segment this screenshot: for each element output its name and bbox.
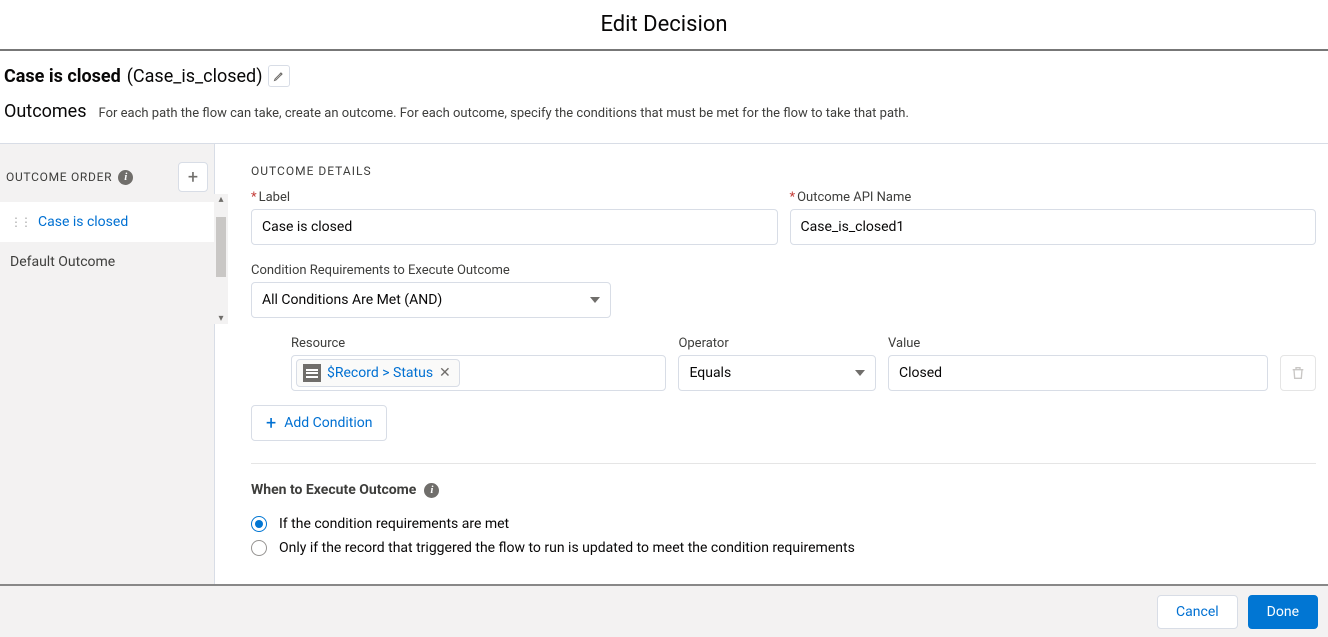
- outcomes-heading: Outcomes: [4, 101, 87, 122]
- outcome-order-sidebar: OUTCOME ORDER i + ⋮⋮ Case is closed Defa…: [0, 144, 215, 584]
- outcome-item-label: Default Outcome: [10, 254, 115, 270]
- drag-handle-icon[interactable]: ⋮⋮: [10, 215, 30, 229]
- outcome-item-default[interactable]: Default Outcome: [0, 242, 214, 282]
- outcome-item-label: Case is closed: [38, 214, 128, 230]
- scroll-thumb: [216, 217, 226, 277]
- decision-label: Case is closed: [4, 66, 121, 87]
- record-icon: [303, 364, 321, 382]
- cancel-button[interactable]: Cancel: [1157, 595, 1238, 629]
- label-input-value: Case is closed: [262, 219, 352, 235]
- remove-resource-button[interactable]: ✕: [439, 365, 451, 381]
- decision-name-row: Case is closed (Case_is_closed): [0, 51, 1328, 93]
- value-label: Value: [888, 336, 1268, 351]
- api-name-field-label: Outcome API Name: [790, 190, 1317, 205]
- execute-option-always[interactable]: If the condition requirements are met: [251, 512, 1316, 536]
- value-input-value: Closed: [899, 365, 942, 381]
- when-to-execute-heading-text: When to Execute Outcome: [251, 482, 416, 498]
- add-condition-button[interactable]: + Add Condition: [251, 405, 387, 441]
- edit-name-button[interactable]: [268, 65, 290, 87]
- scroll-up-icon: ▴: [218, 194, 223, 205]
- modal-title: Edit Decision: [0, 0, 1328, 51]
- radio-icon: [251, 540, 267, 556]
- outcome-details-panel: OUTCOME DETAILS Label Case is closed Out…: [215, 144, 1328, 584]
- label-field-label: Label: [251, 190, 778, 205]
- when-to-execute-heading: When to Execute Outcome i: [251, 482, 1316, 498]
- label-input[interactable]: Case is closed: [251, 209, 778, 245]
- scroll-down-icon: ▾: [218, 313, 223, 324]
- condition-requirements-label: Condition Requirements to Execute Outcom…: [251, 263, 1316, 278]
- condition-requirements-value: All Conditions Are Met (AND): [262, 292, 442, 308]
- operator-value: Equals: [689, 365, 731, 381]
- add-condition-label: Add Condition: [284, 415, 372, 431]
- resource-pill-label: $Record > Status: [327, 365, 433, 381]
- api-name-input[interactable]: Case_is_closed1: [790, 209, 1317, 245]
- api-name-input-value: Case_is_closed1: [801, 219, 905, 235]
- delete-condition-button[interactable]: [1280, 355, 1316, 391]
- add-outcome-button[interactable]: +: [178, 162, 208, 192]
- execute-option-only-on-change[interactable]: Only if the record that triggered the fl…: [251, 536, 1316, 560]
- condition-row: Resource $Record > Status ✕ Operator Equ…: [291, 336, 1316, 391]
- decision-api-name: (Case_is_closed): [127, 66, 263, 87]
- execute-option-label: Only if the record that triggered the fl…: [279, 540, 855, 556]
- execute-option-label: If the condition requirements are met: [279, 516, 509, 532]
- value-input[interactable]: Closed: [888, 355, 1268, 391]
- resource-input[interactable]: $Record > Status ✕: [291, 355, 666, 391]
- chevron-down-icon: [855, 370, 865, 376]
- trash-icon: [1290, 365, 1306, 381]
- outcomes-description: For each path the flow can take, create …: [99, 106, 909, 121]
- radio-icon: [251, 516, 267, 532]
- condition-requirements-select[interactable]: All Conditions Are Met (AND): [251, 282, 611, 318]
- resource-pill: $Record > Status ✕: [296, 359, 460, 387]
- outcomes-heading-row: Outcomes For each path the flow can take…: [0, 93, 1328, 132]
- resource-label: Resource: [291, 336, 666, 351]
- info-icon[interactable]: i: [424, 483, 439, 498]
- sidebar-scrollbar[interactable]: ▴ ▾: [214, 194, 228, 324]
- divider: [251, 463, 1316, 464]
- outcome-details-heading: OUTCOME DETAILS: [251, 164, 1316, 190]
- operator-label: Operator: [678, 336, 876, 351]
- pencil-icon: [273, 70, 285, 82]
- info-icon[interactable]: i: [118, 170, 133, 185]
- modal-footer: Cancel Done: [0, 584, 1328, 637]
- operator-select[interactable]: Equals: [678, 355, 876, 391]
- plus-icon: +: [266, 413, 276, 434]
- done-button[interactable]: Done: [1248, 595, 1318, 629]
- chevron-down-icon: [590, 297, 600, 303]
- outcome-item-case-is-closed[interactable]: ⋮⋮ Case is closed: [0, 202, 214, 242]
- outcome-order-label: OUTCOME ORDER: [6, 170, 112, 184]
